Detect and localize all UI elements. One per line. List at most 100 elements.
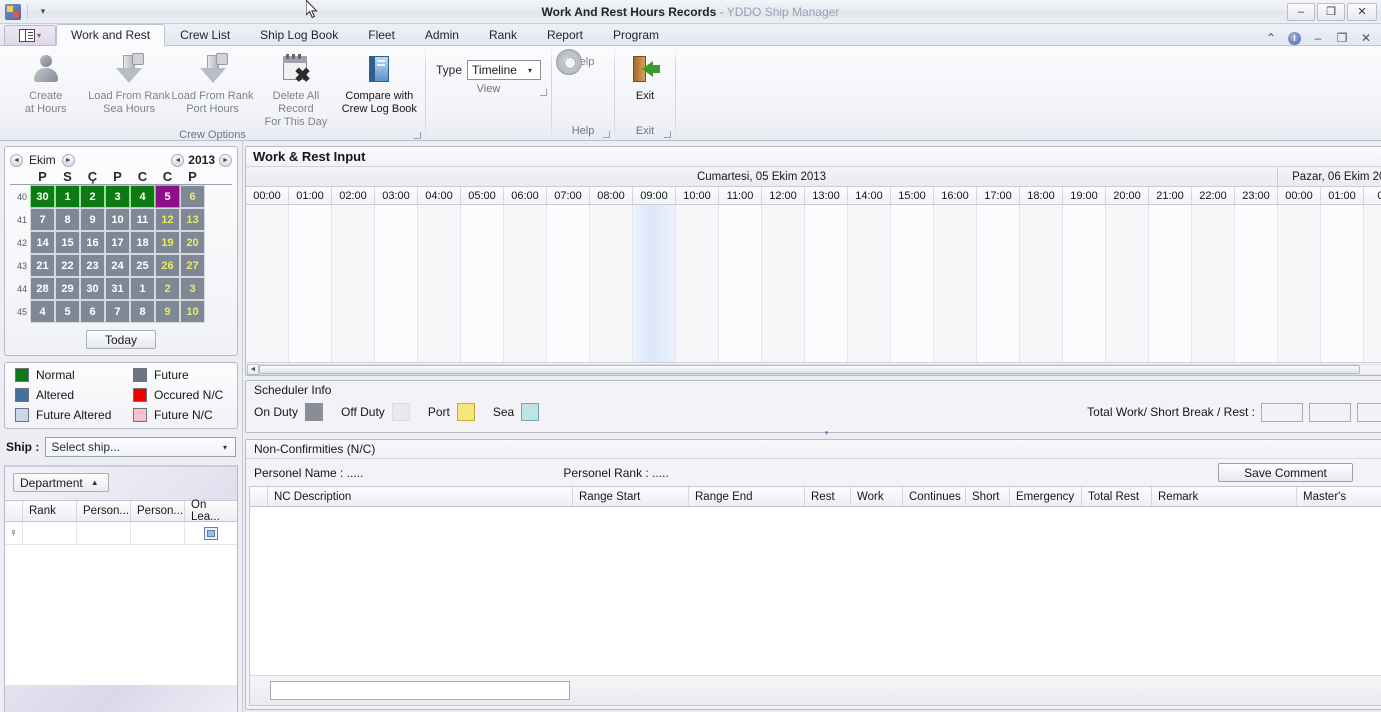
calendar-day-9[interactable]: 9: [80, 208, 105, 231]
dialog-launcher-icon[interactable]: [414, 132, 421, 139]
scheduler-hour-column[interactable]: [289, 205, 332, 362]
help-button[interactable]: Help: [556, 49, 610, 75]
scheduler-hour-column[interactable]: [891, 205, 934, 362]
department-group-button[interactable]: Department ▲: [13, 473, 109, 492]
calendar-day-8[interactable]: 8: [130, 300, 155, 323]
nc-column-range-end[interactable]: Range End: [689, 487, 805, 506]
scheduler-hour-column[interactable]: [762, 205, 805, 362]
scheduler-hour-column[interactable]: [1321, 205, 1364, 362]
scheduler-hour-column[interactable]: [1149, 205, 1192, 362]
scheduler-hour-column[interactable]: [1278, 205, 1321, 362]
application-menu-button[interactable]: ▾: [4, 25, 56, 45]
delete-all-record-button[interactable]: ✖ Delete All Record For This Day: [254, 51, 337, 129]
nc-column-range-start[interactable]: Range Start: [573, 487, 689, 506]
comment-input[interactable]: [270, 681, 570, 700]
calendar-day-7[interactable]: 7: [105, 300, 130, 323]
next-month-button[interactable]: ►: [61, 153, 75, 167]
calendar-day-13[interactable]: 13: [180, 208, 205, 231]
calendar-day-7[interactable]: 7: [30, 208, 55, 231]
info-icon[interactable]: i: [1288, 31, 1301, 45]
calendar-day-19[interactable]: 19: [155, 231, 180, 254]
calendar-day-5[interactable]: 5: [55, 300, 80, 323]
tab-report[interactable]: Report: [532, 24, 598, 45]
exit-button[interactable]: Exit: [619, 51, 671, 103]
calendar-day-26[interactable]: 26: [155, 254, 180, 277]
calendar-day-29[interactable]: 29: [55, 277, 80, 300]
calendar-day-8[interactable]: 8: [55, 208, 80, 231]
calendar-day-3[interactable]: 3: [180, 277, 205, 300]
calendar-day-22[interactable]: 22: [55, 254, 80, 277]
cell-on-leave[interactable]: [185, 522, 237, 544]
dialog-launcher-icon[interactable]: [540, 89, 547, 96]
tab-admin[interactable]: Admin: [410, 24, 474, 45]
calendar-day-24[interactable]: 24: [105, 254, 130, 277]
calendar-day-21[interactable]: 21: [30, 254, 55, 277]
chevron-down-icon[interactable]: ▾: [34, 4, 52, 20]
collapse-ribbon-icon[interactable]: ⌃: [1264, 31, 1278, 45]
calendar-day-28[interactable]: 28: [30, 277, 55, 300]
calendar-day-12[interactable]: 12: [155, 208, 180, 231]
calendar-day-27[interactable]: 27: [180, 254, 205, 277]
prev-year-button[interactable]: ◄: [171, 153, 185, 167]
calendar-day-31[interactable]: 31: [105, 277, 130, 300]
cell-person-2[interactable]: [131, 522, 185, 544]
scheduler-hour-column[interactable]: [934, 205, 977, 362]
load-from-rank-port-hours-button[interactable]: Load From Rank Port Hours: [171, 51, 254, 116]
scheduler-hour-column[interactable]: [590, 205, 633, 362]
tab-crew-list[interactable]: Crew List: [165, 24, 245, 45]
calendar-day-17[interactable]: 17: [105, 231, 130, 254]
scheduler-hour-column[interactable]: [719, 205, 762, 362]
calendar-day-2[interactable]: 2: [155, 277, 180, 300]
calendar-day-25[interactable]: 25: [130, 254, 155, 277]
calendar-day-3[interactable]: 3: [105, 185, 130, 208]
scheduler-hour-column[interactable]: [633, 205, 676, 362]
scheduler-hour-column[interactable]: [332, 205, 375, 362]
calendar-day-4[interactable]: 4: [30, 300, 55, 323]
tab-fleet[interactable]: Fleet: [353, 24, 410, 45]
dialog-launcher-icon[interactable]: [664, 131, 671, 138]
on-leave-icon[interactable]: [204, 526, 218, 540]
calendar-day-4[interactable]: 4: [130, 185, 155, 208]
scheduler-hour-column[interactable]: [676, 205, 719, 362]
nc-column-work[interactable]: Work: [851, 487, 903, 506]
restore-button[interactable]: ❐: [1317, 2, 1345, 21]
column-rank[interactable]: Rank: [23, 501, 77, 521]
minimize-button[interactable]: –: [1287, 2, 1315, 21]
tab-program[interactable]: Program: [598, 24, 674, 45]
dialog-launcher-icon[interactable]: [603, 131, 610, 138]
tab-rank[interactable]: Rank: [474, 24, 532, 45]
tab-ship-log-book[interactable]: Ship Log Book: [245, 24, 353, 45]
nc-column-emergency[interactable]: Emergency: [1010, 487, 1082, 506]
column-on-leave[interactable]: On Lea...: [185, 499, 237, 523]
scheduler-hour-column[interactable]: [1192, 205, 1235, 362]
prev-month-button[interactable]: ◄: [10, 153, 23, 167]
calendar-day-1[interactable]: 1: [130, 277, 155, 300]
calendar-day-9[interactable]: 9: [155, 300, 180, 323]
table-row[interactable]: ♀: [5, 522, 237, 545]
splitter-handle[interactable]: ▾: [248, 430, 1381, 437]
today-button[interactable]: Today: [86, 330, 156, 349]
scheduler-grid[interactable]: [246, 205, 1381, 362]
scroll-left-button[interactable]: ◄: [247, 363, 259, 375]
scheduler-hour-column[interactable]: [246, 205, 289, 362]
column-person-1[interactable]: Person...: [77, 501, 131, 521]
scrollbar-thumb[interactable]: [259, 364, 1360, 374]
scheduler-hour-column[interactable]: [504, 205, 547, 362]
calendar-day-2[interactable]: 2: [80, 185, 105, 208]
calendar-day-16[interactable]: 16: [80, 231, 105, 254]
create-at-hours-button[interactable]: Create at Hours: [4, 51, 87, 116]
next-year-button[interactable]: ►: [219, 153, 232, 167]
calendar-day-6[interactable]: 6: [80, 300, 105, 323]
column-person-2[interactable]: Person...: [131, 501, 185, 521]
calendar-day-15[interactable]: 15: [55, 231, 80, 254]
nc-column-total-rest[interactable]: Total Rest: [1082, 487, 1152, 506]
scheduler-hour-column[interactable]: [1235, 205, 1278, 362]
scheduler-hour-column[interactable]: [1020, 205, 1063, 362]
non-conformities-table-body[interactable]: [250, 507, 1381, 675]
nc-column-continues[interactable]: Continues: [903, 487, 966, 506]
scheduler-hour-column[interactable]: [805, 205, 848, 362]
scheduler-hour-column[interactable]: [461, 205, 504, 362]
calendar-day-6[interactable]: 6: [180, 185, 205, 208]
scheduler-hour-column[interactable]: [547, 205, 590, 362]
document-restore-button[interactable]: ❐: [1335, 31, 1349, 45]
